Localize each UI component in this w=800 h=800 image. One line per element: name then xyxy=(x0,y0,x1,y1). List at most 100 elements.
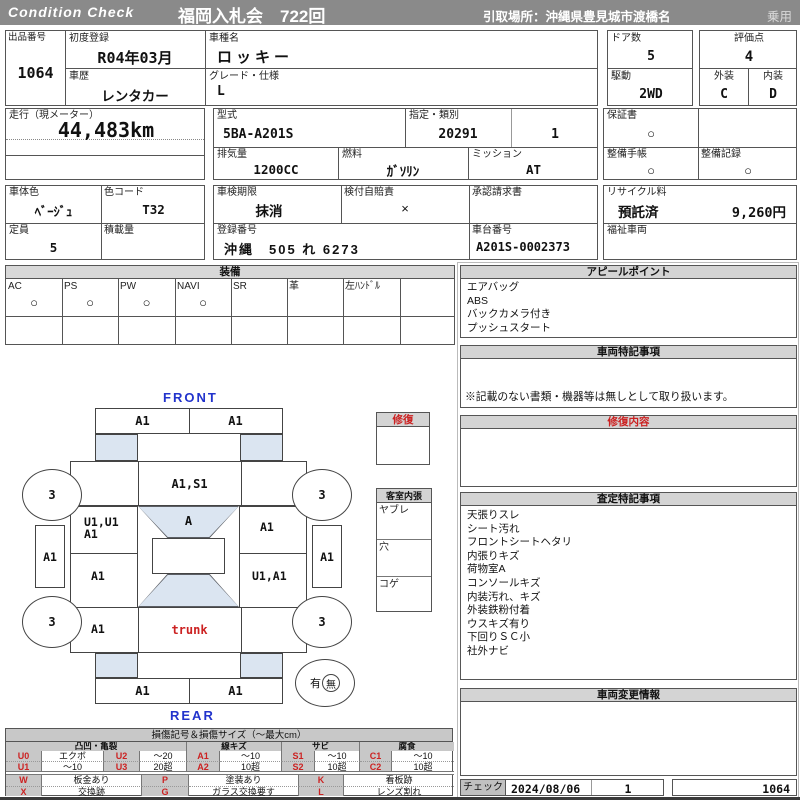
equipment-lhd-label: 左ﾊﾝﾄﾞﾙ xyxy=(345,281,380,292)
interior-label: 内装 xyxy=(763,71,783,82)
windshield-mark: A xyxy=(184,514,193,528)
first-registration-label: 初度登録 xyxy=(69,33,109,44)
chassis-number-label: 車台番号 xyxy=(472,225,512,236)
damage-legend-table: 損傷記号＆損傷サイズ（～最大cm） 凸凹・亀裂 線キズ サビ 腐食 U0 エクボ… xyxy=(5,728,454,796)
legend-value: ～10 xyxy=(315,751,360,761)
color-code-label: 色コード xyxy=(104,187,144,198)
doors-value: 5 xyxy=(647,49,655,64)
score-box: 評価点 4 外装 C 内装 D xyxy=(699,30,797,106)
equipment-ac-label: AC xyxy=(8,281,22,292)
wheel-rear-right-mark: 3 xyxy=(318,615,326,629)
assessment-item: 天張りスレ xyxy=(467,509,520,521)
wheel-front-right-mark: 3 xyxy=(318,488,326,502)
change-info-title: 車両変更情報 xyxy=(461,689,796,702)
repair-flag-box: 修復 xyxy=(376,412,430,465)
vehicle-notes-title: 車両特記事項 xyxy=(461,346,796,359)
divider xyxy=(343,279,344,344)
legend-value: ～10 xyxy=(220,751,282,761)
class-label: 指定・類別 xyxy=(409,110,459,121)
check-count: 1 xyxy=(624,782,632,796)
divider xyxy=(6,316,454,317)
wheel-front-left-mark: 3 xyxy=(48,488,56,502)
rear-right-corner-shade xyxy=(240,653,283,678)
maintenance-book-label: 整備手帳 xyxy=(607,149,647,160)
cabin-lining-title: 客室内張 xyxy=(377,489,431,503)
wheel-front-left: 3 xyxy=(22,469,82,521)
warranty-label: 保証書 xyxy=(607,110,637,121)
spare-tire-no-circled: 無 xyxy=(322,674,340,692)
mileage-box: 走行（現メーター） 44,483km xyxy=(5,108,205,180)
rear-door-left-mark: A1 xyxy=(91,569,105,583)
divider xyxy=(214,147,597,148)
legend-value: 10超 xyxy=(315,761,360,771)
equipment-leather-label: 革 xyxy=(289,281,299,292)
equipment-ac-value: ○ xyxy=(30,295,38,310)
hood-row: A1,S1 xyxy=(70,461,307,506)
legend-code: K xyxy=(299,775,344,786)
capacity-value: 5 xyxy=(49,240,58,255)
warranty-value: ○ xyxy=(647,126,655,141)
assessment-item: シート汚れ xyxy=(467,522,520,535)
brand-logo: Condition Check xyxy=(8,4,135,20)
color-code-value: T32 xyxy=(142,202,165,217)
auction-title: 福岡入札会 722回 xyxy=(178,7,326,26)
model-name-label: 車種名 xyxy=(209,33,239,44)
legend-value: エクボ xyxy=(42,751,104,761)
class-value-1: 20291 xyxy=(438,127,478,142)
class-value-2: 1 xyxy=(551,127,559,142)
equipment-navi-label: NAVI xyxy=(177,281,200,292)
assessment-item: 下回りＳＣ小 xyxy=(467,631,530,644)
assessment-item: 荷物室A xyxy=(467,563,506,576)
wheel-front-right: 3 xyxy=(292,469,352,521)
legend-code: G xyxy=(142,786,189,796)
registration-number-value: 沖縄 505 れ 6273 xyxy=(224,242,360,257)
legend-code: C2 xyxy=(360,761,392,771)
score-label: 評価点 xyxy=(734,33,764,44)
hood-mark: A1,S1 xyxy=(171,476,208,491)
equipment-pw-value: ○ xyxy=(142,295,151,310)
maintenance-book-value: ○ xyxy=(647,163,655,178)
check-date: 2024/08/06 xyxy=(511,782,581,796)
grade-label: グレード・仕様 xyxy=(209,71,279,82)
divider xyxy=(377,539,431,540)
legend-code: W xyxy=(6,775,42,786)
type-label: 型式 xyxy=(217,110,237,121)
legend-code: C1 xyxy=(360,751,392,761)
front-door-left-mark-2: A1 xyxy=(84,527,98,541)
divider xyxy=(175,279,176,344)
wheel-rear-left: 3 xyxy=(22,596,82,648)
repair-content-title: 修復内容 xyxy=(461,416,796,429)
inspection-registration-box: 車検期限 抹消 検付自賠責 × 承認請求書 登録番号 沖縄 505 れ 6273… xyxy=(213,185,598,260)
appeal-item: プッシュスタート xyxy=(467,321,551,334)
recycle-box: リサイクル料 預託済 9,260円 福祉車両 xyxy=(603,185,797,260)
rear-door-right-mark: U1,A1 xyxy=(252,569,287,583)
legend-group-dent: 凸凹・亀裂 xyxy=(6,742,187,751)
divider xyxy=(604,147,796,148)
chassis-number-value: A201S-0002373 xyxy=(476,240,570,254)
cabin-lining-row-tear: ヤブレ xyxy=(379,505,409,516)
fuel-value: ｶﾞｿﾘﾝ xyxy=(386,164,420,179)
interior-value: D xyxy=(769,87,777,102)
front-left-corner-shade xyxy=(95,434,138,461)
mission-value: AT xyxy=(525,162,542,177)
sill-left: A1 xyxy=(35,525,65,588)
legend-group-rust: サビ xyxy=(282,742,360,751)
assessment-notes-title: 査定特記事項 xyxy=(461,493,796,506)
title-bar: Condition Check 福岡入札会 722回 引取場所：沖縄県豊見城市渡… xyxy=(0,0,800,26)
assessment-item: コンソールキズ xyxy=(467,576,541,589)
legend-code: L xyxy=(299,786,344,796)
trunk-label: trunk xyxy=(171,623,208,637)
front-bumper-left-mark: A1 xyxy=(135,414,150,428)
repair-flag-title: 修復 xyxy=(377,413,429,427)
rear-window-shape-fill xyxy=(139,575,238,606)
cabin-lining-row-burn: コゲ xyxy=(379,579,399,590)
divider xyxy=(231,279,232,344)
legend-value: 10超 xyxy=(220,761,282,771)
divider xyxy=(65,68,597,69)
history-label: 車歴 xyxy=(69,71,89,82)
exterior-value: C xyxy=(720,87,728,102)
appeal-item: エアバッグ xyxy=(467,281,520,293)
doors-label: ドア数 xyxy=(611,33,641,44)
equipment-ps-label: PS xyxy=(64,281,78,292)
legend-code: P xyxy=(142,775,189,786)
